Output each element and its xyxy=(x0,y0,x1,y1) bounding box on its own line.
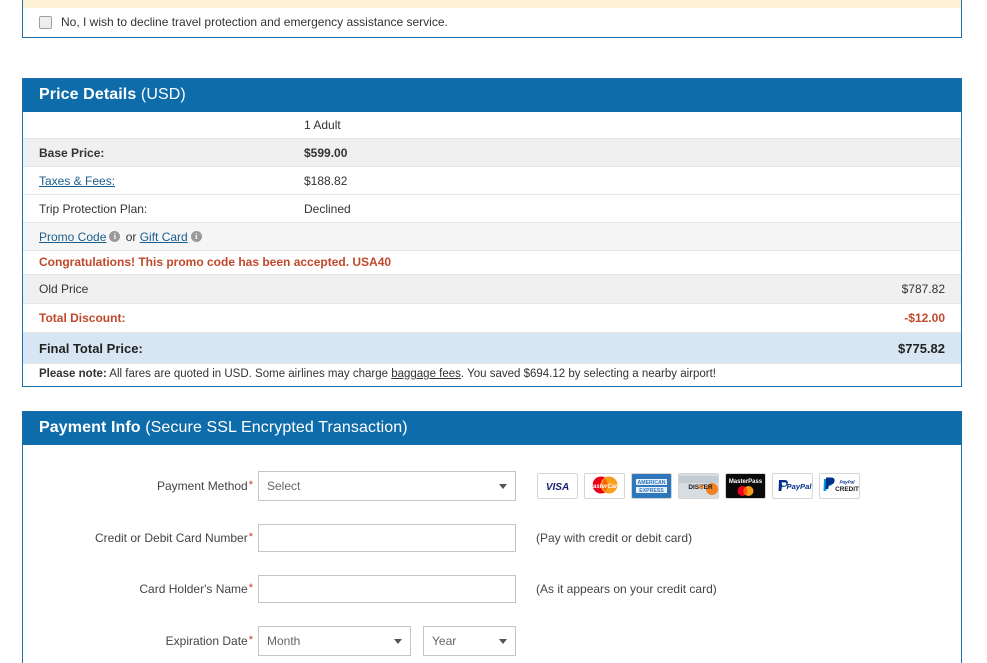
american-express-logo: AMERICAN EXPRESS xyxy=(631,473,672,499)
payment-info-subtitle: (Secure SSL Encrypted Transaction) xyxy=(140,419,408,436)
travel-protection-accept-row[interactable]: Yes, add travel protection plan. View Pl… xyxy=(23,0,961,8)
travel-protection-decline-row[interactable]: No, I wish to decline travel protection … xyxy=(23,8,961,37)
payment-method-selected-value: Select xyxy=(267,479,301,493)
payment-info-title: Payment Info xyxy=(39,419,141,436)
gift-card-info-icon[interactable]: i xyxy=(190,231,202,243)
svg-text:VISA: VISA xyxy=(546,482,569,493)
card-holder-control xyxy=(258,575,516,603)
expiration-year-select[interactable]: Year xyxy=(423,626,516,656)
card-number-row: Credit or Debit Card Number* (Pay with c… xyxy=(23,524,961,552)
chevron-down-icon xyxy=(499,484,507,489)
expiration-year-value: Year xyxy=(432,634,457,648)
trip-protection-value: Declined xyxy=(304,201,351,216)
card-holder-row: Card Holder's Name* (As it appears on yo… xyxy=(23,575,961,603)
card-holder-label: Card Holder's Name* xyxy=(23,582,258,596)
svg-text:AMERICAN: AMERICAN xyxy=(638,480,666,486)
expiration-date-control: Month Year xyxy=(258,626,516,656)
trip-protection-label: Trip Protection Plan: xyxy=(39,201,148,216)
fare-note: Please note: All fares are quoted in USD… xyxy=(23,364,961,386)
payment-method-label-text: Payment Method xyxy=(157,479,248,493)
card-holder-hint: (As it appears on your credit card) xyxy=(536,582,717,596)
expiration-month-select[interactable]: Month xyxy=(258,626,411,656)
final-total-label: Final Total Price: xyxy=(39,340,143,356)
fare-note-prefix: Please note: xyxy=(39,368,107,380)
price-details-title: Price Details xyxy=(39,86,137,103)
price-details-currency: (USD) xyxy=(136,86,186,103)
promo-code-row: Promo Code i or Gift Card i xyxy=(23,223,961,251)
expiration-date-row: Expiration Date* Month Year xyxy=(23,626,961,656)
taxes-fees-row: Taxes & Fees: $188.82 xyxy=(23,167,961,195)
payment-method-control: Select xyxy=(258,471,516,501)
expiration-date-label-text: Expiration Date xyxy=(165,634,248,648)
base-price-value: $599.00 xyxy=(304,145,348,160)
chevron-down-icon xyxy=(499,639,507,644)
payment-method-select[interactable]: Select xyxy=(258,471,516,501)
svg-text:MasterPass: MasterPass xyxy=(729,479,763,485)
promo-or-text: or xyxy=(122,229,140,244)
svg-text:MasterCard: MasterCard xyxy=(588,484,621,490)
fare-note-part2: . You saved $694.12 by selecting a nearb… xyxy=(460,368,717,380)
old-price-row: Old Price $787.82 xyxy=(23,275,961,304)
card-number-label: Credit or Debit Card Number* xyxy=(23,531,258,545)
final-total-value: $775.82 xyxy=(898,340,945,356)
final-total-row: Final Total Price: $775.82 xyxy=(23,333,961,364)
payment-method-required-marker: * xyxy=(248,479,253,491)
visa-logo: VISA xyxy=(537,473,578,499)
chevron-down-icon xyxy=(394,639,402,644)
svg-text:CREDIT: CREDIT xyxy=(835,486,859,493)
gift-card-link[interactable]: Gift Card xyxy=(140,230,188,244)
paypal-logo: PayPal xyxy=(772,473,813,499)
promo-accepted-message: Congratulations! This promo code has bee… xyxy=(23,251,961,275)
trip-protection-row: Trip Protection Plan: Declined xyxy=(23,195,961,223)
svg-text:PayPal: PayPal xyxy=(787,482,812,491)
taxes-fees-value: $188.82 xyxy=(304,173,348,188)
card-holder-input[interactable] xyxy=(258,575,516,603)
price-details-panel: Price Details (USD) 1 Adult Base Price: … xyxy=(22,78,962,387)
discover-logo: DISC VER xyxy=(678,473,719,499)
accepted-cards-list: VISA MasterCard AMERICAN EXPRESS DISC VE… xyxy=(537,473,860,499)
expiration-required-marker: * xyxy=(248,634,253,646)
svg-text:EXPRESS: EXPRESS xyxy=(639,488,664,494)
card-holder-required-marker: * xyxy=(248,582,253,594)
decline-protection-checkbox[interactable] xyxy=(39,16,52,29)
payment-form: Payment Method* Select VISA MasterCard A… xyxy=(23,445,961,663)
base-price-row: Base Price: $599.00 xyxy=(23,139,961,167)
card-number-control xyxy=(258,524,516,552)
payment-method-row: Payment Method* Select VISA MasterCard A… xyxy=(23,471,961,501)
total-discount-row: Total Discount: -$12.00 xyxy=(23,304,961,333)
card-number-label-text: Credit or Debit Card Number xyxy=(95,531,248,545)
card-holder-label-text: Card Holder's Name xyxy=(139,582,248,596)
total-discount-label: Total Discount: xyxy=(39,311,126,325)
expiration-date-label: Expiration Date* xyxy=(23,634,258,648)
price-details-header: Price Details (USD) xyxy=(23,79,961,112)
taxes-fees-label-cell: Taxes & Fees: xyxy=(39,174,304,188)
promo-code-cell: Promo Code i or Gift Card i xyxy=(39,230,204,244)
old-price-value: $787.82 xyxy=(901,282,945,296)
passenger-count-row: 1 Adult xyxy=(23,112,961,139)
mastercard-logo: MasterCard xyxy=(584,473,625,499)
paypal-credit-logo: PayPal CREDIT xyxy=(819,473,860,499)
decline-protection-label: No, I wish to decline travel protection … xyxy=(61,15,448,29)
expiration-month-value: Month xyxy=(267,634,301,648)
card-number-hint: (Pay with credit or debit card) xyxy=(536,531,693,545)
base-price-label: Base Price: xyxy=(39,145,105,160)
masterpass-logo: MasterPass xyxy=(725,473,766,499)
accept-protection-label: Yes, add travel protection plan. View Pl… xyxy=(61,0,484,1)
old-price-label: Old Price xyxy=(39,282,89,296)
promo-code-link[interactable]: Promo Code xyxy=(39,230,106,244)
checkout-page: Yes, add travel protection plan. View Pl… xyxy=(0,0,987,663)
svg-text:PayPal: PayPal xyxy=(839,480,855,485)
promo-code-info-icon[interactable]: i xyxy=(109,231,121,243)
baggage-fees-link[interactable]: baggage fees xyxy=(391,368,461,380)
travel-protection-panel: Yes, add travel protection plan. View Pl… xyxy=(22,0,962,38)
taxes-fees-link[interactable]: Taxes & Fees: xyxy=(39,174,115,188)
payment-info-panel: Payment Info (Secure SSL Encrypted Trans… xyxy=(22,411,962,663)
payment-info-header: Payment Info (Secure SSL Encrypted Trans… xyxy=(23,412,961,445)
passenger-count-value: 1 Adult xyxy=(304,118,341,132)
fare-note-part1: All fares are quoted in USD. Some airlin… xyxy=(106,368,392,380)
payment-method-label: Payment Method* xyxy=(23,479,258,493)
total-discount-value: -$12.00 xyxy=(904,311,945,325)
card-number-input[interactable] xyxy=(258,524,516,552)
card-number-required-marker: * xyxy=(248,531,253,543)
